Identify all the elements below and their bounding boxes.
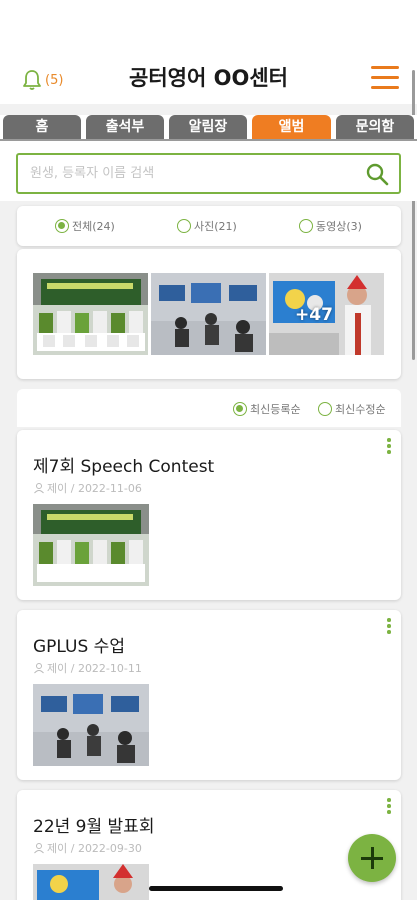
home-indicator — [149, 886, 283, 891]
scrollbar[interactable] — [412, 70, 415, 360]
sort-latest-modified-label: 최신수정순 — [335, 403, 386, 416]
sort-latest-modified[interactable]: 최신수정순 — [318, 401, 386, 417]
post-meta: 제이 / 2022-10-11 — [33, 660, 142, 676]
radio-selected-icon — [233, 402, 247, 416]
album-post[interactable]: 제7회 Speech Contest 제이 / 2022-11-06 — [17, 430, 401, 600]
post-meta-text: 제이 / 2022-09-30 — [47, 842, 142, 855]
more-options-icon[interactable] — [385, 618, 393, 636]
preview-photo[interactable] — [33, 273, 148, 355]
app-header: (5) 공터영어 OO센터 — [0, 0, 417, 104]
filter-photo-label: 사진(21) — [194, 220, 237, 233]
tab-album[interactable]: 앨범 — [252, 115, 331, 140]
hamburger-menu-icon[interactable] — [371, 66, 399, 90]
post-thumbnail[interactable] — [33, 504, 149, 586]
search-box — [16, 153, 401, 194]
tab-bar: 홈 출석부 알림장 앨범 문의함 — [0, 115, 417, 141]
search-section — [0, 141, 417, 201]
more-options-icon[interactable] — [385, 438, 393, 456]
page-title: 공터영어 OO센터 — [129, 66, 288, 90]
tab-home[interactable]: 홈 — [3, 115, 81, 140]
filter-photo[interactable]: 사진(21) — [177, 218, 237, 234]
post-thumbnail[interactable] — [33, 864, 149, 900]
radio-empty-icon — [299, 219, 313, 233]
filter-video-label: 동영상(3) — [316, 220, 362, 233]
search-input[interactable] — [18, 155, 348, 192]
user-icon — [34, 843, 44, 854]
post-thumbnail[interactable] — [33, 684, 149, 766]
album-preview — [17, 249, 401, 379]
tab-attendance[interactable]: 출석부 — [86, 115, 164, 140]
album-post[interactable]: 22년 9월 발표회 제이 / 2022-09-30 — [17, 790, 401, 900]
filter-all-label: 전체(24) — [72, 220, 115, 233]
filter-video[interactable]: 동영상(3) — [299, 218, 362, 234]
tab-inquiry[interactable]: 문의함 — [336, 115, 414, 140]
user-icon — [34, 483, 44, 494]
post-meta: 제이 / 2022-11-06 — [33, 480, 142, 496]
more-media-count[interactable]: +47 — [295, 305, 333, 325]
sort-latest-registered[interactable]: 최신등록순 — [233, 401, 301, 417]
post-title: GPLUS 수업 — [33, 637, 125, 657]
media-filter: 전체(24) 사진(21) 동영상(3) — [17, 206, 401, 246]
radio-empty-icon — [318, 402, 332, 416]
post-title: 22년 9월 발표회 — [33, 817, 155, 837]
radio-selected-icon — [55, 219, 69, 233]
post-title: 제7회 Speech Contest — [33, 457, 215, 477]
post-meta: 제이 / 2022-09-30 — [33, 840, 142, 856]
album-post[interactable]: GPLUS 수업 제이 / 2022-10-11 — [17, 610, 401, 780]
filter-all[interactable]: 전체(24) — [55, 218, 115, 234]
search-icon[interactable] — [365, 162, 389, 186]
sort-options: 최신등록순 최신수정순 — [17, 389, 401, 427]
sort-latest-registered-label: 최신등록순 — [250, 403, 301, 416]
more-options-icon[interactable] — [385, 798, 393, 816]
add-post-button[interactable] — [348, 834, 396, 882]
post-meta-text: 제이 / 2022-11-06 — [47, 482, 142, 495]
preview-photo[interactable] — [151, 273, 266, 355]
post-meta-text: 제이 / 2022-10-11 — [47, 662, 142, 675]
user-icon — [34, 663, 44, 674]
radio-empty-icon — [177, 219, 191, 233]
tab-notice[interactable]: 알림장 — [169, 115, 247, 140]
